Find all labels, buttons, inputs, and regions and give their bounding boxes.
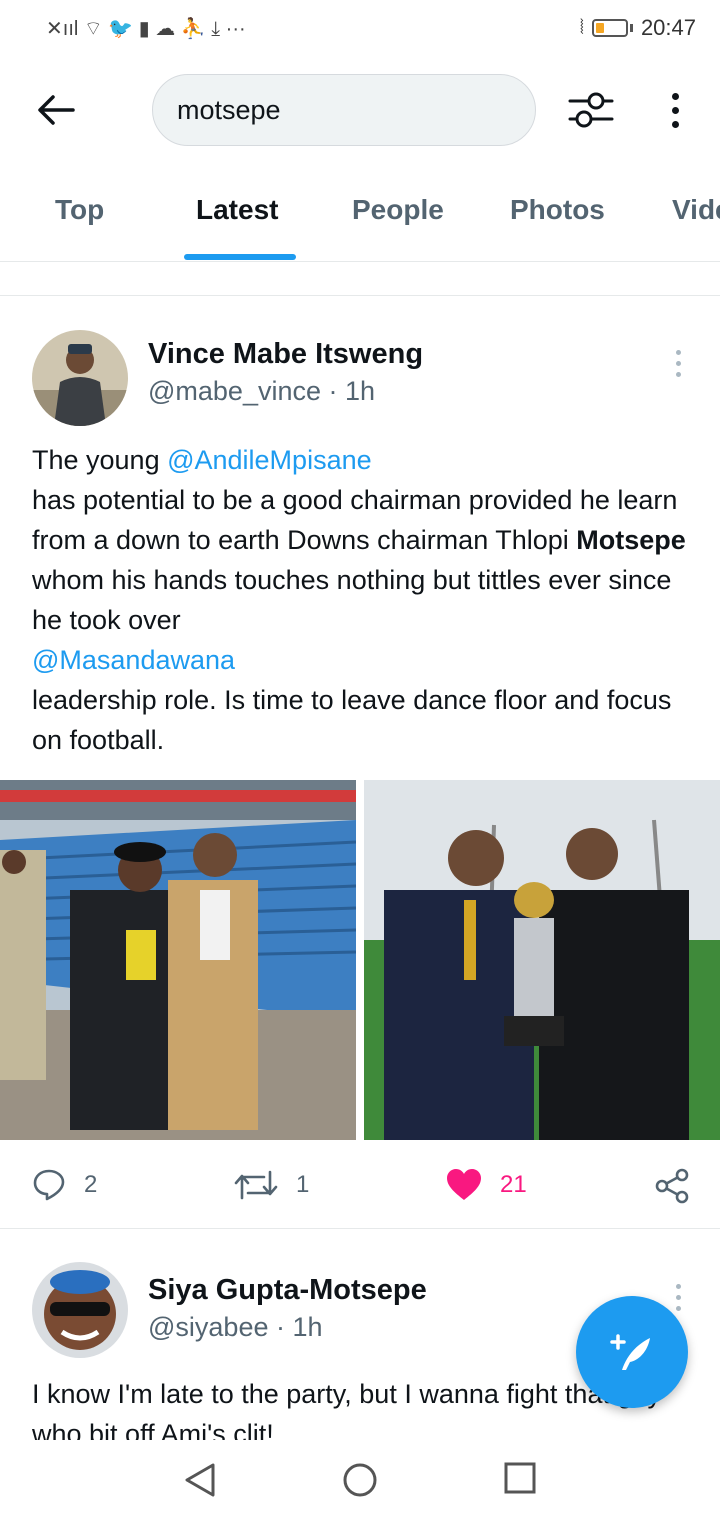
tweet-text-part: leadership role. Is time to leave dance … [32,685,672,755]
status-icons: ✕ııl ⌔ 🐦 ▮ ☁ ⛹ ⤓ ··· [46,16,246,41]
share-button[interactable] [654,1168,690,1204]
heart-filled-icon [447,1169,481,1200]
compose-tweet-button[interactable] [576,1296,688,1408]
tab-active-indicator [184,254,296,260]
tweet-text-part: whom his hands touches nothing but tittl… [32,565,672,635]
tweet-timestamp: 1h [345,376,376,406]
tweet-actions: 2 1 21 [0,1160,720,1212]
search-input[interactable]: motsepe [152,74,536,146]
nav-back-button[interactable] [184,1462,216,1503]
avatar[interactable] [32,1262,128,1358]
tweet-text: The young @AndileMpisane has potential t… [32,440,692,760]
battery-tip [629,24,633,32]
reply-button[interactable]: 2 [32,1168,97,1202]
tab-people[interactable]: People [352,194,444,226]
avatar-image [32,1262,128,1358]
tweet-author-name[interactable]: Siya Gupta-Motsepe [148,1274,427,1307]
mention-link[interactable]: @AndileMpisane [167,445,372,475]
reply-count: 2 [84,1171,98,1198]
tweet-text-part: The young [32,445,168,475]
retweet-icon [234,1170,278,1200]
tab-top[interactable]: Top [55,194,104,226]
search-query: motsepe [177,94,281,125]
tweet-author-handle[interactable]: @mabe_vince [148,376,321,406]
mention-link[interactable]: @Masandawana [32,645,235,675]
tweet-author-handle[interactable]: @siyabee [148,1312,268,1342]
status-bar: ✕ııl ⌔ 🐦 ▮ ☁ ⛹ ⤓ ··· ⦚ 20:47 [0,0,720,56]
search-header: motsepe [0,72,720,150]
previous-tweet-actions-clipped [0,262,720,296]
photo-stadium-image [0,780,356,1140]
overflow-menu-button[interactable] [660,88,690,132]
avatar[interactable] [32,330,128,426]
retweet-button[interactable]: 1 [234,1168,309,1202]
status-right: ⦚ 20:47 [580,15,696,41]
tweet-meta: @mabe_vince · 1h [148,376,375,407]
search-filter-button[interactable] [566,88,616,132]
dot [676,1306,681,1311]
tweet-photo-1[interactable] [0,780,356,1140]
like-button[interactable]: 21 [446,1168,527,1202]
tweet-options-button[interactable] [676,1284,684,1311]
battery-icon [591,19,628,37]
system-navigation-bar [0,1440,720,1520]
square-recents-icon [504,1462,536,1494]
tab-photos[interactable]: Photos [510,194,605,226]
triangle-back-icon [185,1463,215,1497]
tweet-media [0,780,720,1140]
meta-separator: · [276,1312,285,1342]
tab-latest[interactable]: Latest [196,194,278,226]
circle-home-icon [343,1463,377,1497]
retweet-count: 1 [296,1171,310,1198]
notification-icons: ✕ııl ⌔ 🐦 ▮ ☁ ⛹ ⤓ ··· [46,17,246,40]
tweet-timestamp: 1h [292,1312,323,1342]
search-tabs: Top Latest People Photos Vide [0,182,720,262]
avatar-image [32,330,128,426]
back-arrow-icon [38,95,75,125]
sliders-icon [568,92,614,128]
dot [671,106,679,114]
dot [676,361,681,366]
dot [671,120,679,128]
photo-trophy-image [364,780,720,1140]
dot [676,1284,681,1289]
dot [671,92,679,100]
vibrate-icon: ⦚ [579,16,584,39]
tweet-author-name[interactable]: Vince Mabe Itsweng [148,338,423,371]
meta-separator: · [328,376,338,406]
like-count: 21 [500,1171,527,1198]
tweet-options-button[interactable] [676,350,684,377]
dot [676,1295,681,1300]
dot [676,350,681,355]
share-icon [655,1168,689,1204]
search-term-highlight: Motsepe [576,525,686,555]
status-time: 20:47 [640,15,696,40]
dot [676,372,681,377]
nav-home-button[interactable] [342,1462,378,1503]
reply-icon [33,1169,65,1201]
tweet-divider [0,1228,720,1229]
tweet-meta: @siyabee · 1h [148,1312,323,1343]
compose-feather-icon [610,1334,650,1370]
tweet-photo-2[interactable] [364,780,720,1140]
back-button[interactable] [34,88,78,132]
tab-videos[interactable]: Vide [672,194,720,226]
nav-recents-button[interactable] [504,1462,536,1499]
